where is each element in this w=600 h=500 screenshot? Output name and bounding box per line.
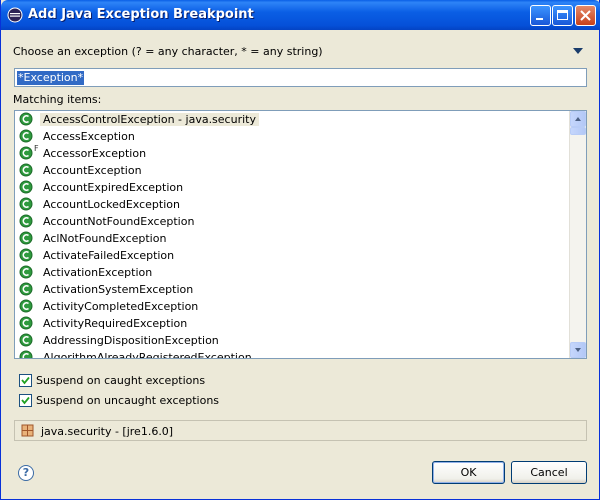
maximize-icon [557, 10, 568, 20]
list-item-label: ActivationException [43, 266, 153, 279]
class-icon [19, 350, 33, 358]
list-item-label: ActivityCompletedException [43, 300, 199, 313]
list-item[interactable]: AlgorithmAlreadyRegisteredException [15, 349, 569, 359]
list-item[interactable]: AccessControlException - java.security [15, 111, 569, 128]
package-icon [21, 424, 34, 437]
matching-items-label: Matching items: [13, 93, 102, 106]
list-item[interactable]: ActivationException [15, 264, 569, 281]
matching-items-list[interactable]: AccessControlException - java.security A… [14, 110, 587, 359]
list-item[interactable]: AccountLockedException [15, 196, 569, 213]
class-icon [19, 146, 33, 160]
minimize-icon [536, 18, 543, 20]
scroll-up-button[interactable] [570, 111, 586, 127]
list-item[interactable]: AccountException [15, 162, 569, 179]
chevron-down-icon [575, 348, 581, 352]
list-item[interactable]: ActivationSystemException [15, 281, 569, 298]
uncaught-checkbox[interactable] [19, 394, 32, 407]
dialog-window: Add Java Exception Breakpoint Choose an … [0, 0, 600, 500]
chevron-up-icon [575, 117, 581, 121]
list-item[interactable]: ActivityCompletedException [15, 298, 569, 315]
title-bar[interactable]: Add Java Exception Breakpoint [1, 0, 600, 30]
ok-button[interactable]: OK [432, 461, 505, 484]
list-item-label: AclNotFoundException [43, 232, 167, 245]
view-menu-icon[interactable] [573, 48, 583, 54]
class-icon [19, 333, 33, 347]
class-icon [19, 112, 33, 126]
list-item-label: AccountExpiredException [43, 181, 184, 194]
minimize-button[interactable] [530, 5, 551, 26]
status-bar: java.security - [jre1.6.0] [14, 420, 587, 441]
prompt-label: Choose an exception (? = any character, … [13, 45, 323, 58]
caught-checkbox-label[interactable]: Suspend on caught exceptions [36, 374, 205, 387]
dialog-content: Choose an exception (? = any character, … [5, 30, 595, 495]
list-item[interactable]: AccountExpiredException [15, 179, 569, 196]
class-icon [19, 197, 33, 211]
help-icon[interactable]: ? [18, 465, 34, 481]
list-item[interactable]: ActivateFailedException [15, 247, 569, 264]
search-input[interactable]: *Exception* [14, 68, 587, 87]
checkmark-icon [21, 396, 30, 405]
list-item[interactable]: AddressingDispositionException [15, 332, 569, 349]
class-icon [19, 214, 33, 228]
list-rows: AccessControlException - java.security A… [15, 111, 569, 359]
eclipse-icon [7, 7, 23, 23]
checkmark-icon [21, 376, 30, 385]
list-item-label: ActivateFailedException [43, 249, 175, 262]
list-scrollbar[interactable] [569, 111, 586, 358]
list-item-label: AccessException [43, 130, 135, 143]
list-item-label: AddressingDispositionException [43, 334, 219, 347]
final-overlay-icon: F [34, 144, 39, 153]
list-item[interactable]: AclNotFoundException [15, 230, 569, 247]
close-icon [580, 10, 591, 21]
list-item-label: AccessControlException - java.security [40, 113, 259, 126]
cancel-button[interactable]: Cancel [511, 461, 587, 484]
list-item-label: AccountLockedException [43, 198, 180, 211]
list-item[interactable]: F AccessorException [15, 144, 569, 162]
list-item-label: AccountNotFoundException [43, 215, 195, 228]
list-item-label: ActivationSystemException [43, 283, 194, 296]
maximize-button[interactable] [552, 5, 573, 26]
list-item[interactable]: AccessException [15, 128, 569, 145]
status-text: java.security - [jre1.6.0] [41, 425, 174, 438]
search-value: *Exception* [17, 71, 85, 85]
class-icon [19, 163, 33, 177]
class-icon [19, 180, 33, 194]
class-icon [19, 316, 33, 330]
class-icon [19, 299, 33, 313]
list-item[interactable]: AccountNotFoundException [15, 213, 569, 230]
list-item-label: AccountException [43, 164, 142, 177]
class-icon [19, 129, 33, 143]
class-icon [19, 282, 33, 296]
uncaught-checkbox-label[interactable]: Suspend on uncaught exceptions [36, 394, 219, 407]
class-icon [19, 231, 33, 245]
list-item[interactable]: ActivityRequiredException [15, 315, 569, 332]
class-icon [19, 248, 33, 262]
list-item-label: AlgorithmAlreadyRegisteredException [43, 351, 252, 359]
window-title: Add Java Exception Breakpoint [28, 7, 254, 22]
scroll-down-button[interactable] [570, 342, 586, 358]
close-button[interactable] [575, 5, 596, 26]
caught-checkbox[interactable] [19, 374, 32, 387]
class-icon [19, 265, 33, 279]
list-item-label: AccessorException [43, 147, 147, 160]
list-item-label: ActivityRequiredException [43, 317, 188, 330]
scroll-thumb[interactable] [570, 127, 586, 135]
